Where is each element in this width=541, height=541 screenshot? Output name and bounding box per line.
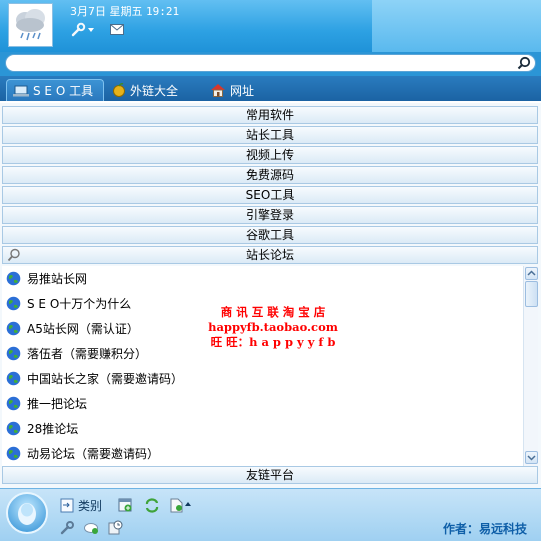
list-item-label: 易推站长网: [27, 271, 88, 286]
chevron-down-icon[interactable]: [88, 28, 94, 32]
category-webmaster-tools[interactable]: 站长工具: [2, 126, 538, 144]
globe-icon: [6, 271, 21, 285]
category-webmaster-forum[interactable]: 站长论坛: [2, 246, 538, 264]
date-label: 3月7日: [70, 5, 106, 18]
tab-external-links[interactable]: 外链大全: [106, 79, 184, 101]
cloud-add-icon[interactable]: [83, 520, 99, 535]
list-item[interactable]: 中国站长之家（需要邀请码）: [6, 368, 183, 388]
home-icon: [211, 84, 225, 97]
list-item[interactable]: A5站长网（需认证）: [6, 318, 139, 338]
date-time: 3月7日 星期五 19:21: [70, 3, 179, 19]
new-file-icon[interactable]: [170, 498, 184, 513]
author-label: 作者：易远科技: [442, 522, 527, 536]
chevron-up-icon[interactable]: [185, 502, 191, 506]
tab-seo-tools[interactable]: S E O 工具: [6, 79, 104, 101]
category-panel: 常用软件 站长工具 视频上传 免费源码 SEO工具 引擎登录 谷歌工具 站长论坛…: [0, 103, 541, 488]
promo-line-contact: 旺 旺：h a p p y y f b: [210, 335, 336, 349]
list-item-label: A5站长网（需认证）: [27, 321, 139, 336]
category-label: 类别: [78, 499, 103, 513]
time-label: 19:21: [146, 5, 180, 18]
title-bar: 3月7日 星期五 19:21: [0, 0, 541, 52]
list-item-label: 落伍者（需要赚积分）: [27, 346, 148, 361]
mail-icon[interactable]: [110, 24, 124, 35]
penguin-icon: [18, 503, 36, 525]
category-label: 站长论坛: [245, 248, 294, 262]
globe-icon: [6, 346, 21, 360]
forum-list: 易推站长网 S E O十万个为什么 A5站长网（需认证） 落伍者（需要赚积分） …: [2, 266, 538, 466]
tab-label: 外链大全: [130, 83, 179, 98]
category-engine-login[interactable]: 引擎登录: [2, 206, 538, 224]
promo-line-url: happyfb.taobao.com: [208, 320, 338, 334]
list-item[interactable]: 动易论坛（需要邀请码）: [6, 443, 159, 463]
list-item-label: 28推论坛: [27, 421, 79, 436]
list-item[interactable]: 落伍者（需要赚积分）: [6, 343, 147, 363]
globe-icon: [6, 321, 21, 335]
list-item[interactable]: 28推论坛: [6, 418, 78, 438]
refresh-icon[interactable]: [144, 498, 160, 513]
tab-label: 网址: [230, 83, 255, 98]
tab-label: S E O 工具: [33, 84, 94, 98]
list-item[interactable]: S E O十万个为什么: [6, 293, 131, 313]
globe-icon: [6, 371, 21, 385]
list-item[interactable]: 易推站长网: [6, 268, 87, 288]
chevron-down-icon: [527, 455, 536, 461]
cloud-rain-icon: [16, 9, 45, 41]
globe-icon: [6, 396, 21, 410]
tab-websites[interactable]: 网址: [204, 79, 260, 101]
search-bar: [0, 52, 541, 76]
list-item-label: S E O十万个为什么: [27, 296, 132, 311]
list-item-label: 动易论坛（需要邀请码）: [27, 446, 160, 461]
globe-icon: [6, 446, 21, 460]
category-video-upload[interactable]: 视频上传: [2, 146, 538, 164]
avatar[interactable]: [6, 492, 48, 534]
scroll-down-button[interactable]: [525, 451, 538, 464]
category-common-software[interactable]: 常用软件: [2, 106, 538, 124]
weather-widget[interactable]: [8, 3, 53, 47]
clock-icon[interactable]: [108, 520, 123, 535]
category-button[interactable]: 类别: [60, 497, 102, 514]
wrench-icon[interactable]: [60, 520, 75, 535]
search-input[interactable]: [5, 54, 536, 72]
search-icon[interactable]: [517, 56, 531, 70]
category-free-source[interactable]: 免费源码: [2, 166, 538, 184]
list-item-label: 推一把论坛: [27, 396, 88, 411]
header-highlight: [372, 0, 541, 52]
category-google-tools[interactable]: 谷歌工具: [2, 226, 538, 244]
globe-icon: [6, 421, 21, 435]
globe-icon: [6, 296, 21, 310]
category-friend-links[interactable]: 友链平台: [2, 466, 538, 484]
bottom-toolbar: 类别 作者：易远科技: [0, 488, 541, 541]
scroll-thumb[interactable]: [525, 281, 538, 307]
laptop-icon: [13, 85, 29, 96]
magnifier-icon: [7, 248, 20, 262]
vertical-scrollbar[interactable]: [523, 266, 538, 466]
promo-text: 商 讯 互 联 淘 宝 店 happyfb.taobao.com 旺 旺：h a…: [198, 305, 348, 350]
fruit-icon: [113, 83, 125, 97]
weekday-label: 星期五: [109, 5, 143, 18]
wrench-icon[interactable]: [70, 22, 86, 38]
tab-bar: S E O 工具 外链大全 网址: [0, 76, 541, 101]
chevron-up-icon: [527, 270, 536, 276]
list-item-label: 中国站长之家（需要邀请码）: [27, 371, 184, 386]
list-item[interactable]: 推一把论坛: [6, 393, 87, 413]
category-seo-tools[interactable]: SEO工具: [2, 186, 538, 204]
add-panel-icon[interactable]: [118, 498, 133, 513]
promo-line-shop: 商 讯 互 联 淘 宝 店: [220, 305, 326, 319]
scroll-up-button[interactable]: [525, 267, 538, 280]
import-icon: [60, 498, 74, 513]
